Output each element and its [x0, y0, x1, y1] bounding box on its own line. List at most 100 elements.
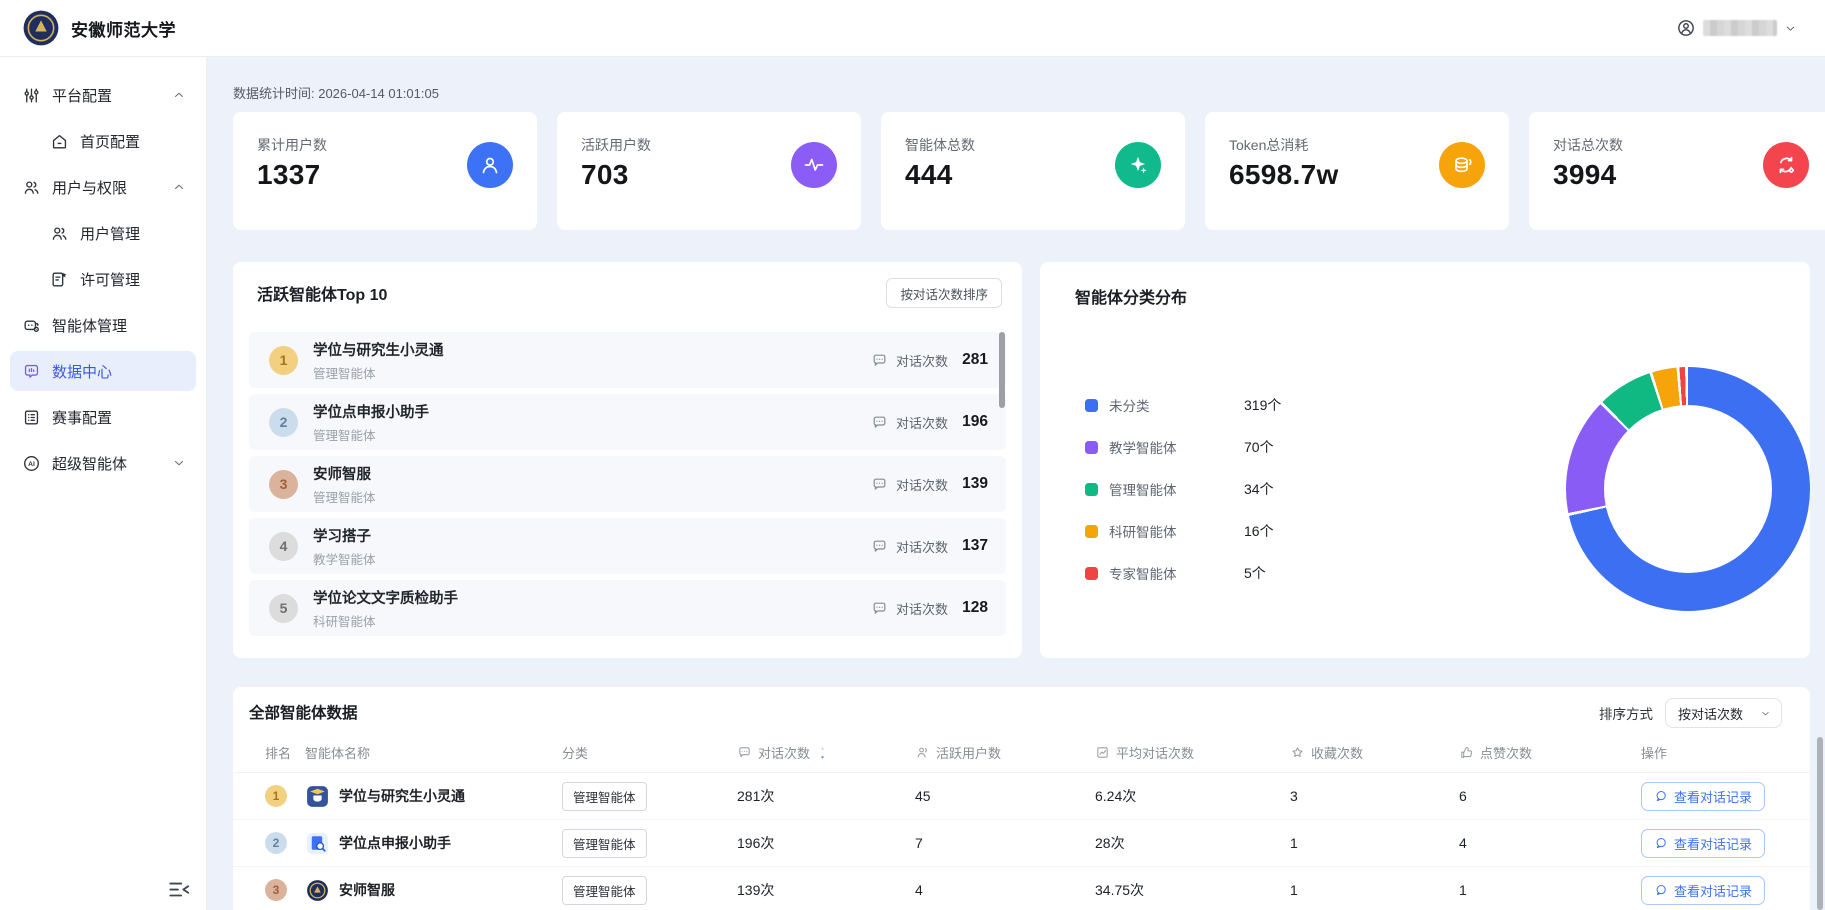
legend-item-专家智能体: 专家智能体5个: [1085, 552, 1281, 594]
top-agent-row-5[interactable]: 5学位论文文字质检助手科研智能体对话次数128: [249, 580, 1006, 636]
top-agent-row-4[interactable]: 4学习搭子教学智能体对话次数137: [249, 518, 1006, 574]
person-icon: [467, 142, 513, 188]
sidebar-item-首页配置[interactable]: 首页配置: [10, 121, 196, 161]
column-header-分类: 分类: [562, 743, 737, 762]
bubble-icon: [1654, 836, 1668, 850]
legend-swatch: [1085, 567, 1098, 580]
avg-conversations-cell: 6.24次: [1095, 786, 1290, 806]
legend-count: 16个: [1244, 521, 1274, 541]
sidebar-item-智能体管理[interactable]: 智能体管理: [10, 305, 196, 345]
conversation-count: 137: [960, 537, 988, 555]
stat-cards-row: 累计用户数1337活跃用户数703智能体总数444Token总消耗6598.7w…: [233, 112, 1825, 230]
category-tag: 管理智能体: [562, 782, 647, 811]
chat-icon: [871, 414, 888, 431]
coins-icon: [1439, 142, 1485, 188]
table-row-3: 3安师智服管理智能体139次434.75次11查看对话记录: [233, 867, 1810, 910]
top-agents-scrollbar[interactable]: [999, 332, 1005, 408]
stat-card-累计用户数: 累计用户数1337: [233, 112, 537, 230]
agent-name: 安师智服: [313, 467, 371, 483]
likes-cell: 4: [1459, 835, 1641, 851]
chevron-up-icon: [172, 180, 186, 194]
agent-name: 学位论文文字质检助手: [313, 591, 458, 607]
rank-badge: 2: [269, 408, 298, 437]
view-conversations-button[interactable]: 查看对话记录: [1641, 782, 1765, 811]
table-title: 全部智能体数据: [249, 701, 358, 723]
user-name-redacted: [1703, 20, 1777, 36]
column-header-对话次数[interactable]: 对话次数: [737, 743, 915, 762]
ai-icon: [22, 454, 41, 473]
column-header-点赞次数: 点赞次数: [1459, 743, 1641, 762]
sort-mode-label: 排序方式: [1599, 703, 1653, 723]
table-body: 1学位与研究生小灵通管理智能体281次456.24次36查看对话记录2学位点申报…: [233, 773, 1810, 910]
legend-count: 319个: [1244, 395, 1281, 415]
sidebar-item-超级智能体[interactable]: 超级智能体: [10, 443, 196, 483]
user-menu[interactable]: [1676, 18, 1797, 38]
view-conversations-button[interactable]: 查看对话记录: [1641, 876, 1765, 905]
avg-conversations-cell: 28次: [1095, 833, 1290, 853]
agent-name: 学位与研究生小灵通: [339, 786, 465, 806]
top-agents-title: 活跃智能体Top 10: [257, 281, 387, 305]
active-users-cell: 7: [915, 835, 1095, 851]
rank-badge: 5: [269, 594, 298, 623]
agent-avatar: [305, 878, 330, 903]
avg-conversations-cell: 34.75次: [1095, 880, 1290, 900]
sort-carets: [818, 746, 827, 760]
likes-cell: 1: [1459, 882, 1641, 898]
legend-swatch: [1085, 483, 1098, 496]
stat-value: 1337: [257, 159, 321, 191]
stat-card-智能体总数: 智能体总数444: [881, 112, 1185, 230]
page-scrollbar[interactable]: [1817, 737, 1823, 910]
sidebar-collapse-button[interactable]: [166, 876, 192, 902]
sidebar-item-赛事配置[interactable]: 赛事配置: [10, 397, 196, 437]
category-tag: 管理智能体: [562, 829, 647, 858]
chat-icon: [871, 352, 888, 369]
top-agent-row-2[interactable]: 2学位点申报小助手管理智能体对话次数196: [249, 394, 1006, 450]
chat-icon: [871, 600, 888, 617]
donut-hole: [1604, 405, 1772, 573]
sort-select[interactable]: 按对话次数: [1665, 698, 1782, 728]
conversations-cell: 196次: [737, 833, 915, 853]
agent-name: 学习搭子: [313, 529, 371, 545]
legend-item-教学智能体: 教学智能体70个: [1085, 426, 1281, 468]
sidebar-item-数据中心[interactable]: 数据中心: [10, 351, 196, 391]
favorites-cell: 1: [1290, 882, 1459, 898]
stat-value: 6598.7w: [1229, 159, 1339, 191]
sliders-icon: [22, 86, 41, 105]
sidebar-item-用户管理[interactable]: 用户管理: [10, 213, 196, 253]
view-conversations-button[interactable]: 查看对话记录: [1641, 829, 1765, 858]
home-icon: [50, 132, 69, 151]
bubble-icon: [1654, 789, 1668, 803]
caret-down-icon: [818, 753, 827, 760]
sort-select-value: 按对话次数: [1678, 704, 1743, 723]
agent-category: 科研智能体: [313, 611, 871, 630]
category-chart-title: 智能体分类分布: [1075, 284, 1187, 308]
agent-category: 管理智能体: [313, 425, 871, 444]
brand-title: 安徽师范大学: [71, 16, 176, 41]
column-header-平均对话次数: 平均对话次数: [1095, 743, 1290, 762]
sort-by-conversations-button[interactable]: 按对话次数排序: [886, 278, 1002, 308]
conversations-cell: 281次: [737, 786, 915, 806]
person-sm-icon: [915, 745, 930, 760]
sidebar-item-许可管理[interactable]: 许可管理: [10, 259, 196, 299]
agent-avatar: [305, 831, 330, 856]
chevron-down-icon: [1784, 22, 1797, 35]
rank-badge: 2: [265, 832, 287, 854]
trend-icon: [1095, 745, 1110, 760]
top-agent-row-3[interactable]: 3安师智服管理智能体对话次数139: [249, 456, 1006, 512]
sparkle-icon: [1115, 142, 1161, 188]
sidebar-item-用户与权限[interactable]: 用户与权限: [10, 167, 196, 207]
stat-card-活跃用户数: 活跃用户数703: [557, 112, 861, 230]
users-icon: [22, 178, 41, 197]
legend-count: 34个: [1244, 479, 1274, 499]
category-distribution-panel: 智能体分类分布 未分类319个教学智能体70个管理智能体34个科研智能体16个专…: [1040, 262, 1810, 658]
stats-timestamp: 数据统计时间: 2026-04-14 01:01:05: [233, 83, 439, 102]
bubble-icon: [1654, 883, 1668, 897]
agent-name: 学位点申报小助手: [339, 833, 451, 853]
legend-swatch: [1085, 399, 1098, 412]
table-row-1: 1学位与研究生小灵通管理智能体281次456.24次36查看对话记录: [233, 773, 1810, 820]
sidebar-item-平台配置[interactable]: 平台配置: [10, 75, 196, 115]
agents-table-panel: 全部智能体数据 排序方式 按对话次数 排名智能体名称分类对话次数活跃用户数平均对…: [233, 687, 1810, 910]
likes-cell: 6: [1459, 788, 1641, 804]
legend-item-科研智能体: 科研智能体16个: [1085, 510, 1281, 552]
top-agent-row-1[interactable]: 1学位与研究生小灵通管理智能体对话次数281: [249, 332, 1006, 388]
